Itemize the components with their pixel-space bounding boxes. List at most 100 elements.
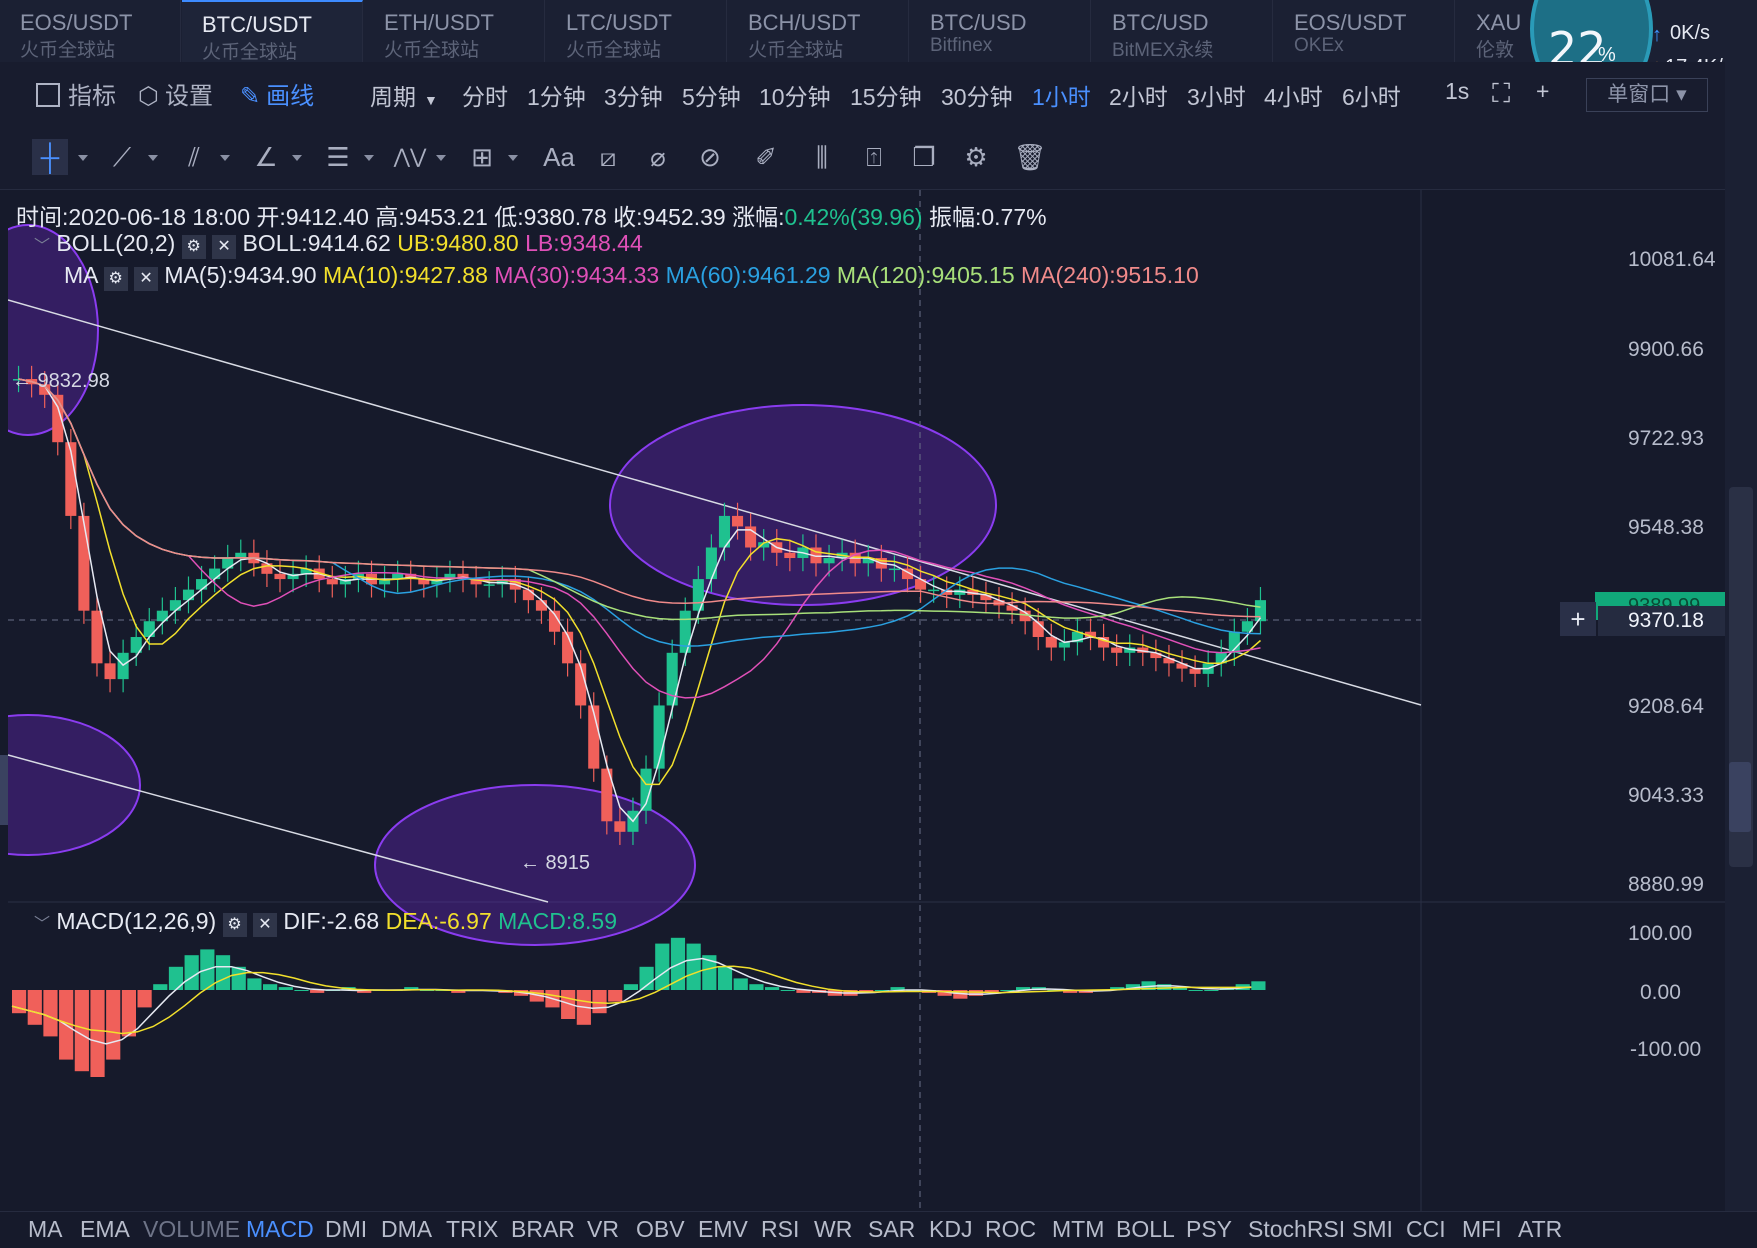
market-tab[interactable]: BCH/USDT 火币全球站 <box>728 0 909 62</box>
period-option[interactable]: 2小时 <box>1109 78 1168 112</box>
market-tab[interactable]: BTC/USD BitMEX永续 <box>1092 0 1273 62</box>
horizontal-lines-icon[interactable]: ☰ <box>320 139 356 175</box>
close-icon[interactable]: ✕ <box>134 267 159 291</box>
brush-icon[interactable]: ✐ <box>748 139 784 175</box>
collapse-icon[interactable]: ﹀ <box>34 916 50 933</box>
trash-icon[interactable]: 🗑 <box>1012 139 1048 175</box>
trend-line-icon[interactable]: ⟋ <box>104 139 140 175</box>
chart-area[interactable]: 时间:2020-06-18 18:00 开:9412.40 高:9453.21 … <box>8 190 1725 1211</box>
ma30-value: MA(30):9434.33 <box>494 262 660 288</box>
period-option[interactable]: 4小时 <box>1264 78 1323 112</box>
ruler-icon[interactable]: ⊘ <box>692 139 728 175</box>
fullscreen-icon[interactable]: ⛶ <box>1492 78 1510 110</box>
period-option[interactable]: 3分钟 <box>604 78 663 112</box>
panel-arrow-left[interactable] <box>0 755 8 825</box>
indicator-tab[interactable]: MFI <box>1462 1216 1502 1243</box>
indicator-tab[interactable]: MA <box>28 1216 63 1243</box>
market-tab[interactable]: ETH/USDT 火币全球站 <box>364 0 545 62</box>
interval-1s[interactable]: 1s <box>1445 78 1469 105</box>
indicator-tab[interactable]: DMI <box>325 1216 367 1243</box>
tab-exchange: 火币全球站 <box>566 40 662 61</box>
gear-icon[interactable]: ⚙ <box>103 267 128 291</box>
indicator-tab[interactable]: OBV <box>636 1216 685 1243</box>
macd-tick: 100.00 <box>1628 922 1693 945</box>
indicator-tab[interactable]: BRAR <box>511 1216 575 1243</box>
ohlc-high: 高:9453.21 <box>375 204 488 230</box>
candle-body <box>1058 642 1070 648</box>
upload-arrow-icon: ↑ <box>1652 24 1662 46</box>
market-tab[interactable]: BTC/USD Bitfinex <box>910 0 1091 62</box>
crosshair-icon[interactable]: ┼ <box>32 139 68 175</box>
ma10-value: MA(10):9427.88 <box>322 262 488 288</box>
period-option[interactable]: 3小时 <box>1187 78 1246 112</box>
indicator-tab[interactable]: StochRSI <box>1248 1216 1345 1243</box>
indicator-tab[interactable]: RSI <box>761 1216 799 1243</box>
indicator-tab[interactable]: SAR <box>868 1216 915 1243</box>
period-dropdown[interactable]: 周期 ▼ <box>370 78 438 112</box>
add-alert-button[interactable]: + <box>1560 602 1596 636</box>
eraser-icon[interactable]: ⌀ <box>640 139 676 175</box>
collapse-icon[interactable]: ﹀ <box>34 238 50 255</box>
measure-icon[interactable]: ⊞ <box>464 139 500 175</box>
market-tab-active[interactable]: BTC/USDT 火币全球站 <box>182 0 363 64</box>
period-option[interactable]: 15分钟 <box>850 78 922 112</box>
period-option[interactable]: 10分钟 <box>759 78 831 112</box>
settings-tool-icon[interactable]: ⚙ <box>958 139 994 175</box>
macd-bar <box>780 990 795 991</box>
indicator-tab[interactable]: MTM <box>1052 1216 1104 1243</box>
close-icon[interactable]: ✕ <box>212 235 237 259</box>
macd-bar <box>247 978 262 990</box>
indicator-tab[interactable]: DMA <box>381 1216 432 1243</box>
macd-bar <box>655 943 670 990</box>
indicator-tab[interactable]: PSY <box>1186 1216 1232 1243</box>
indicator-label: 指标 <box>68 83 116 110</box>
indicator-tab[interactable]: ATR <box>1518 1216 1562 1243</box>
indicator-tab[interactable]: CCI <box>1406 1216 1446 1243</box>
market-tab[interactable]: EOS/USDT OKEx <box>1274 0 1455 62</box>
text-tool-icon[interactable]: Aa <box>536 139 582 175</box>
lock-icon[interactable]: ⍐ <box>856 139 892 175</box>
indicator-tab[interactable]: SMI <box>1352 1216 1393 1243</box>
candle-body <box>261 563 273 574</box>
candle-body <box>104 663 116 680</box>
indicator-tab[interactable]: TRIX <box>446 1216 498 1243</box>
gear-icon[interactable]: ⚙ <box>222 913 247 937</box>
price-chart[interactable] <box>8 190 1725 1211</box>
window-select[interactable]: 单窗口 ▾ <box>1586 78 1708 112</box>
indicator-tab[interactable]: ROC <box>985 1216 1036 1243</box>
draw-button[interactable]: ✎ 画线 <box>240 76 314 111</box>
indicator-tab[interactable]: KDJ <box>929 1216 972 1243</box>
wave-icon[interactable]: ⋀⋁ <box>392 139 428 175</box>
close-icon[interactable]: ✕ <box>252 913 277 937</box>
candles-icon[interactable]: ⫼ <box>804 139 840 175</box>
market-tab[interactable]: EOS/USDT 火币全球站 <box>0 0 181 62</box>
macd-bar <box>106 990 121 1060</box>
indicator-tab-active[interactable]: MACD <box>246 1216 314 1243</box>
panel-arrow-right[interactable] <box>1729 762 1751 832</box>
period-option[interactable]: 分时 <box>462 78 508 112</box>
macd-bar <box>153 984 168 990</box>
indicator-tab[interactable]: BOLL <box>1116 1216 1175 1243</box>
candle-body <box>274 573 286 580</box>
market-tab[interactable]: LTC/USDT 火币全球站 <box>546 0 727 62</box>
indicator-tab[interactable]: VR <box>587 1216 619 1243</box>
indicator-tab[interactable]: EMA <box>80 1216 130 1243</box>
period-option[interactable]: 6小时 <box>1342 78 1401 112</box>
period-option-active[interactable]: 1小时 <box>1032 78 1091 112</box>
period-option[interactable]: 5分钟 <box>682 78 741 112</box>
add-icon[interactable]: + <box>1536 78 1549 105</box>
settings-button[interactable]: ⬡ 设置 <box>138 76 213 111</box>
indicator-button[interactable]: 指标 <box>36 76 116 111</box>
period-option[interactable]: 30分钟 <box>941 78 1013 112</box>
indicator-tab[interactable]: WR <box>814 1216 852 1243</box>
period-option[interactable]: 1分钟 <box>527 78 586 112</box>
parallel-lines-icon[interactable]: ⫽ <box>176 139 212 175</box>
indicator-tab[interactable]: EMV <box>698 1216 748 1243</box>
angle-icon[interactable]: ∠ <box>248 139 284 175</box>
candle-body <box>928 589 940 592</box>
price-tick: 9548.38 <box>1628 516 1704 539</box>
gear-icon[interactable]: ⚙ <box>181 235 206 259</box>
fib-icon[interactable]: ⧄ <box>590 139 626 175</box>
copy-icon[interactable]: ❐ <box>906 139 942 175</box>
indicator-tab[interactable]: VOLUME <box>143 1216 240 1243</box>
